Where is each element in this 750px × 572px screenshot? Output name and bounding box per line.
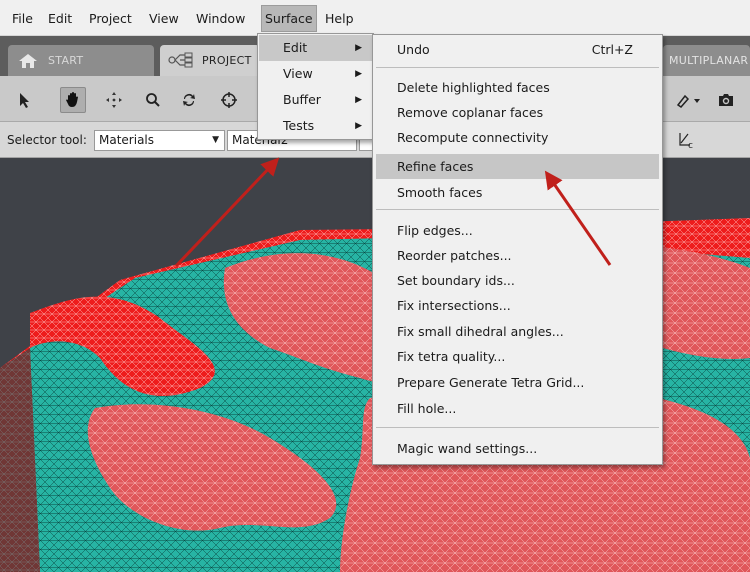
menu-bar: File Edit Project View Window Surface He…	[0, 0, 750, 36]
project-flow-icon	[168, 52, 193, 68]
surface-menu-view[interactable]: View ▶	[259, 61, 372, 87]
menu-item-remove-coplanar-faces[interactable]: Remove coplanar faces	[376, 100, 659, 125]
menu-help[interactable]: Help	[322, 8, 357, 30]
menu-item-undo-shortcut: Ctrl+Z	[591, 42, 633, 57]
menu-item-reorder-patches[interactable]: Reorder patches...	[376, 243, 659, 268]
paint-icon[interactable]	[673, 87, 707, 113]
menu-item-smooth-faces[interactable]: Smooth faces	[376, 180, 659, 205]
menu-surface[interactable]: Surface	[261, 5, 317, 32]
submenu-arrow-icon: ▶	[355, 95, 362, 105]
surface-menu-tests[interactable]: Tests ▶	[259, 113, 372, 139]
rotate-icon[interactable]	[176, 87, 202, 113]
menu-separator	[376, 67, 659, 68]
home-icon	[19, 54, 37, 68]
menu-separator	[376, 209, 659, 210]
menu-item-fix-small-dihedral-angles[interactable]: Fix small dihedral angles...	[376, 319, 659, 344]
edit-submenu: Undo Ctrl+Z Delete highlighted faces Rem…	[372, 34, 663, 465]
menu-item-delete-highlighted-faces[interactable]: Delete highlighted faces	[376, 75, 659, 100]
menu-item-flip-edges[interactable]: Flip edges...	[376, 218, 659, 243]
menu-project[interactable]: Project	[86, 8, 135, 30]
tab-multiplanar[interactable]: MULTIPLANAR	[663, 45, 750, 76]
svg-text:c: c	[688, 141, 693, 149]
target-icon[interactable]	[216, 87, 242, 113]
menu-item-magic-wand-settings[interactable]: Magic wand settings...	[376, 436, 659, 461]
menu-separator	[376, 427, 659, 428]
menu-item-undo-label: Undo	[397, 42, 430, 57]
menu-item-prepare-generate-tetra-grid[interactable]: Prepare Generate Tetra Grid...	[376, 370, 659, 395]
menu-window[interactable]: Window	[193, 8, 248, 30]
menu-item-fix-intersections[interactable]: Fix intersections...	[376, 293, 659, 318]
menu-item-undo[interactable]: Undo Ctrl+Z	[376, 37, 659, 62]
selector-mode-value: Materials	[99, 133, 155, 147]
surface-menu-view-label: View	[283, 66, 313, 81]
surface-menu-buffer[interactable]: Buffer ▶	[259, 87, 372, 113]
camera-icon[interactable]	[713, 87, 739, 113]
tab-project[interactable]: PROJECT	[160, 45, 260, 76]
tab-start-label: START	[48, 54, 84, 67]
menu-item-fix-tetra-quality[interactable]: Fix tetra quality...	[376, 344, 659, 369]
tab-start[interactable]: START	[8, 45, 154, 76]
surface-menu-tests-label: Tests	[283, 118, 315, 133]
menu-item-refine-faces[interactable]: Refine faces	[376, 154, 659, 179]
menu-item-fill-hole[interactable]: Fill hole...	[376, 396, 659, 421]
submenu-arrow-icon: ▶	[355, 43, 362, 53]
selector-tool-icon[interactable]: c	[673, 127, 699, 153]
surface-menu-edit[interactable]: Edit ▶	[259, 35, 372, 61]
move-icon[interactable]	[101, 87, 127, 113]
select-arrow-icon[interactable]	[12, 87, 38, 113]
zoom-icon[interactable]	[140, 87, 166, 113]
menu-file[interactable]: File	[9, 8, 36, 30]
tab-project-label: PROJECT	[202, 54, 252, 67]
surface-menu-buffer-label: Buffer	[283, 92, 321, 107]
pan-hand-icon[interactable]	[60, 87, 86, 113]
submenu-arrow-icon: ▶	[355, 121, 362, 131]
menu-item-set-boundary-ids[interactable]: Set boundary ids...	[376, 268, 659, 293]
selector-mode-select[interactable]: Materials ▼	[94, 130, 225, 151]
menu-item-recompute-connectivity[interactable]: Recompute connectivity	[376, 125, 659, 150]
menu-edit[interactable]: Edit	[45, 8, 75, 30]
surface-menu-edit-label: Edit	[283, 40, 308, 55]
tab-multiplanar-label: MULTIPLANAR	[669, 54, 749, 67]
chevron-down-icon: ▼	[212, 135, 219, 145]
selector-tool-label: Selector tool:	[7, 133, 87, 147]
menu-view[interactable]: View	[146, 8, 182, 30]
submenu-arrow-icon: ▶	[355, 69, 362, 79]
surface-menu: Edit ▶ View ▶ Buffer ▶ Tests ▶	[257, 33, 374, 140]
